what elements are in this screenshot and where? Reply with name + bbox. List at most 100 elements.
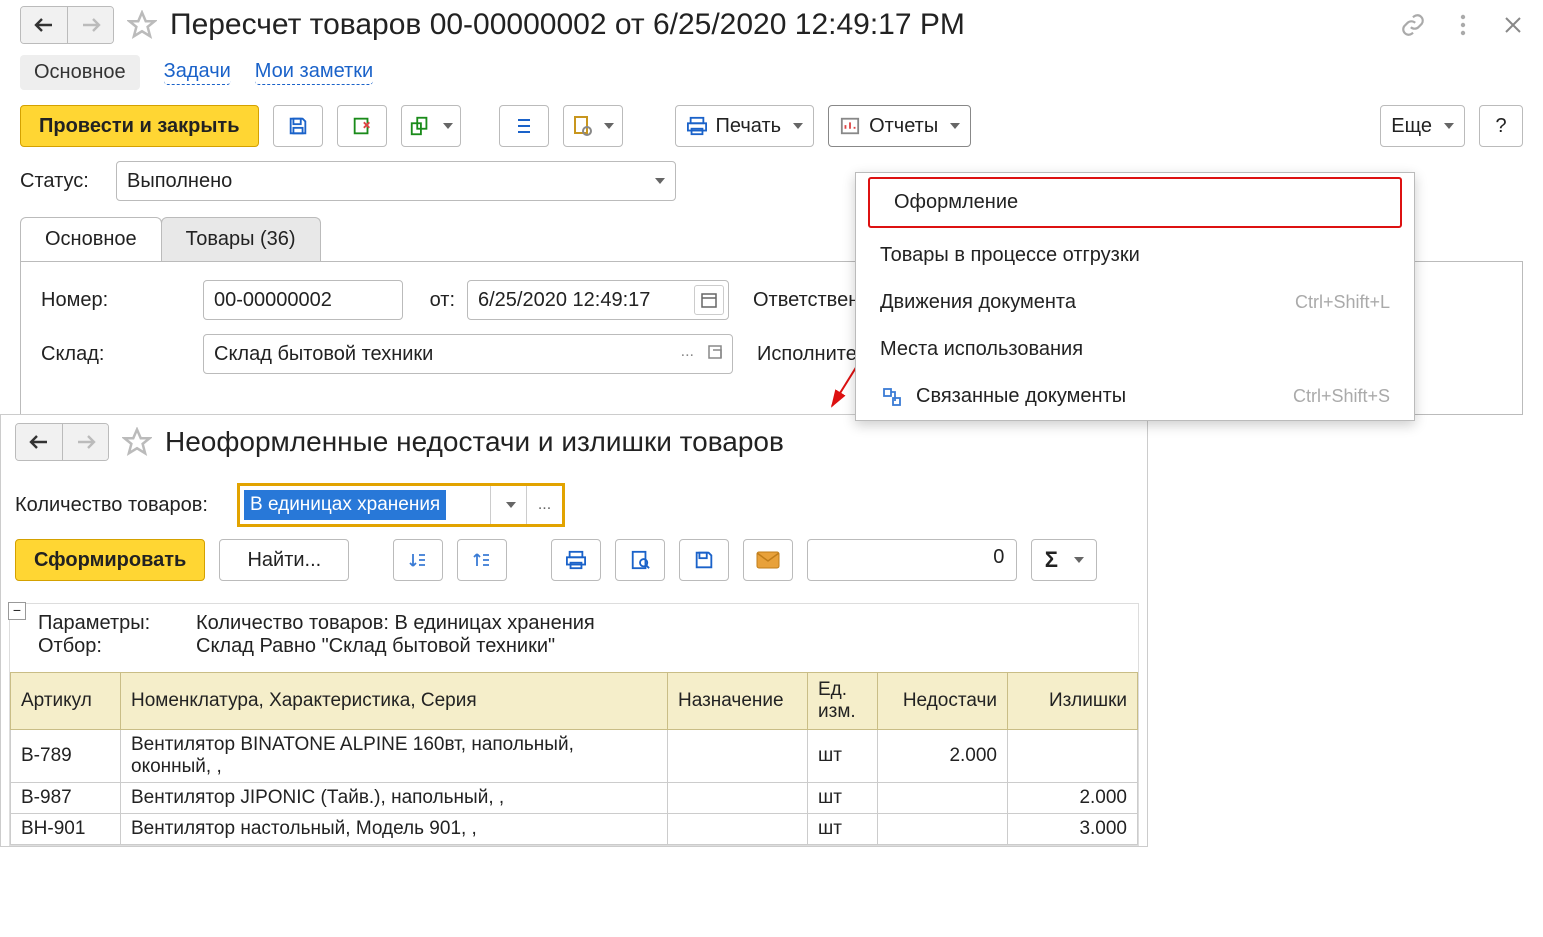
link-icon[interactable]: [1399, 11, 1427, 39]
warehouse-input[interactable]: Склад бытовой техники ...: [203, 334, 733, 374]
table-row[interactable]: BH-901Вентилятор настольный, Модель 901,…: [11, 814, 1138, 845]
tab-main[interactable]: Основное: [20, 217, 162, 261]
status-value: Выполнено: [127, 170, 232, 193]
cell-destination: [668, 814, 808, 845]
preview-icon-button[interactable]: [615, 539, 665, 581]
help-button[interactable]: ?: [1479, 105, 1523, 147]
ellipsis-button[interactable]: ...: [526, 486, 562, 524]
email-icon-button[interactable]: [743, 539, 793, 581]
post-icon-button[interactable]: [337, 105, 387, 147]
cell-unit: шт: [808, 814, 878, 845]
more-label: Еще: [1391, 115, 1432, 138]
dd-label: Оформление: [894, 191, 1018, 214]
w2-back-button[interactable]: [16, 424, 62, 460]
status-select[interactable]: Выполнено: [116, 161, 676, 201]
cell-unit: шт: [808, 730, 878, 783]
cell-shortage: [878, 814, 1008, 845]
dd-label: Товары в процессе отгрузки: [880, 244, 1140, 267]
more-button[interactable]: Еще: [1380, 105, 1465, 147]
warehouse-value: Склад бытовой техники: [214, 343, 433, 366]
sum-button[interactable]: Σ: [1031, 539, 1097, 581]
report-area: − Параметры: Количество товаров: В единиц…: [9, 603, 1139, 846]
calendar-icon[interactable]: [694, 285, 724, 315]
dd-item-usage[interactable]: Места использования: [856, 326, 1414, 373]
save-icon-button[interactable]: [273, 105, 323, 147]
warehouse-label: Склад:: [41, 343, 191, 366]
table-row[interactable]: B-987Вентилятор JIPONIC (Тайв.), напольн…: [11, 783, 1138, 814]
tab-goods[interactable]: Товары (36): [161, 217, 321, 261]
attach-icon-button[interactable]: [563, 105, 623, 147]
params-value: Количество товаров: В единицах хранения: [196, 612, 595, 635]
sort-desc-icon-button[interactable]: [457, 539, 507, 581]
qty-select[interactable]: В единицах хранения ...: [237, 483, 565, 527]
sort-asc-icon-button[interactable]: [393, 539, 443, 581]
qty-value: В единицах хранения: [244, 490, 446, 520]
cell-shortage: 2.000: [878, 730, 1008, 783]
w2-page-title: Неоформленные недостачи и излишки товаро…: [165, 426, 1133, 458]
list-icon-button[interactable]: [499, 105, 549, 147]
th-overage: Излишки: [1008, 673, 1138, 730]
favorite-star-icon[interactable]: [124, 7, 160, 43]
forward-button[interactable]: [67, 7, 113, 43]
dd-shortcut: Ctrl+Shift+L: [1295, 292, 1390, 313]
post-and-close-button[interactable]: Провести и закрыть: [20, 105, 259, 147]
reports-label: Отчеты: [869, 115, 938, 138]
date-value: 6/25/2020 12:49:17: [478, 289, 650, 312]
close-icon[interactable]: [1499, 11, 1527, 39]
table-row[interactable]: B-789Вентилятор BINATONE ALPINE 160вт, н…: [11, 730, 1138, 783]
filter-label: Отбор:: [38, 635, 178, 658]
num-label: Номер:: [41, 289, 191, 312]
th-destination: Назначение: [668, 673, 808, 730]
number-input[interactable]: 0: [807, 539, 1017, 581]
dd-item-movements[interactable]: Движения документа Ctrl+Shift+L: [856, 279, 1414, 326]
w2-favorite-star-icon[interactable]: [119, 424, 155, 460]
w2-nav-buttons: [15, 423, 109, 461]
cell-article: BH-901: [11, 814, 121, 845]
subnav-notes[interactable]: Мои заметки: [255, 60, 373, 85]
cell-destination: [668, 783, 808, 814]
th-nomenclature: Номенклатура, Характеристика, Серия: [121, 673, 668, 730]
th-unit: Ед. изм.: [808, 673, 878, 730]
print-label: Печать: [716, 115, 782, 138]
w2-forward-button[interactable]: [62, 424, 108, 460]
form-report-button[interactable]: Сформировать: [15, 539, 205, 581]
reports-button[interactable]: Отчеты: [828, 105, 971, 147]
cell-overage: 3.000: [1008, 814, 1138, 845]
from-label: от:: [415, 289, 455, 312]
chevron-down-icon[interactable]: [490, 486, 526, 524]
num-input[interactable]: 00-00000002: [203, 280, 403, 320]
report-table: Артикул Номенклатура, Характеристика, Се…: [10, 672, 1138, 845]
kebab-icon[interactable]: [1449, 11, 1477, 39]
refresh-icon-button[interactable]: [401, 105, 461, 147]
cell-nomenclature: Вентилятор BINATONE ALPINE 160вт, наполь…: [121, 730, 668, 783]
subnav-main[interactable]: Основное: [20, 55, 140, 90]
dd-label: Движения документа: [880, 291, 1076, 314]
cell-unit: шт: [808, 783, 878, 814]
collapse-icon[interactable]: −: [8, 602, 26, 620]
cell-article: B-789: [11, 730, 121, 783]
cell-nomenclature: Вентилятор настольный, Модель 901, ,: [121, 814, 668, 845]
status-label: Статус:: [20, 170, 104, 193]
filter-value: Склад Равно "Склад бытовой техники": [196, 635, 555, 658]
dd-item-formalization[interactable]: Оформление: [868, 177, 1402, 228]
ellipsis-icon[interactable]: ...: [681, 343, 694, 361]
dd-label: Места использования: [880, 338, 1083, 361]
open-icon[interactable]: [706, 343, 726, 363]
linked-icon: [880, 387, 904, 407]
find-button[interactable]: Найти...: [219, 539, 349, 581]
dd-item-shipping[interactable]: Товары в процессе отгрузки: [856, 232, 1414, 279]
params-label: Параметры:: [38, 612, 178, 635]
print-button[interactable]: Печать: [675, 105, 815, 147]
back-button[interactable]: [21, 7, 67, 43]
subnav-tasks[interactable]: Задачи: [164, 60, 231, 85]
dd-item-linked[interactable]: Связанные документыCtrl+Shift+S: [856, 373, 1414, 420]
cell-overage: [1008, 730, 1138, 783]
num-value: 00-00000002: [214, 289, 332, 312]
cell-nomenclature: Вентилятор JIPONIC (Тайв.), напольный, ,: [121, 783, 668, 814]
cell-shortage: [878, 783, 1008, 814]
save-report-icon-button[interactable]: [679, 539, 729, 581]
print-icon-button[interactable]: [551, 539, 601, 581]
cell-destination: [668, 730, 808, 783]
cell-article: B-987: [11, 783, 121, 814]
date-input[interactable]: 6/25/2020 12:49:17: [467, 280, 729, 320]
